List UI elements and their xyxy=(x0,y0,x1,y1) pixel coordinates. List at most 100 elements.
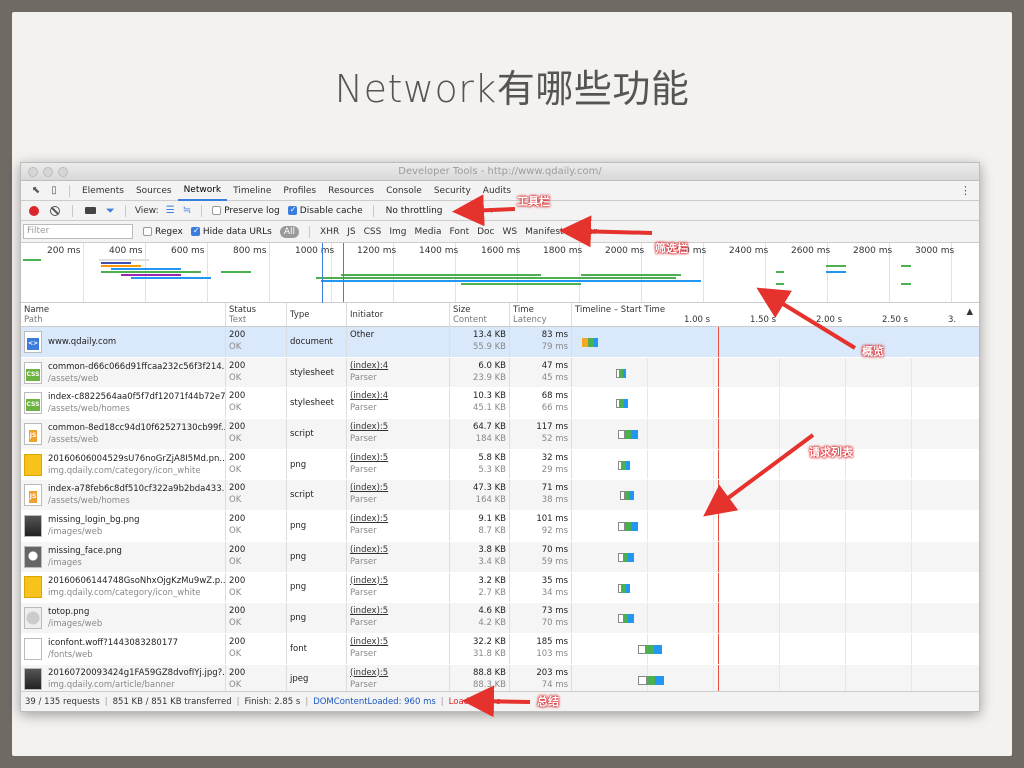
tab-timeline[interactable]: Timeline xyxy=(227,181,277,201)
checkbox-box[interactable] xyxy=(143,227,152,236)
filter-type-doc[interactable]: Doc xyxy=(477,227,494,237)
initiator[interactable]: (index):5 xyxy=(350,575,446,587)
request-row[interactable]: 20160606144748GsoNhxOjgKzMu9wZ.p... img.q… xyxy=(21,572,979,604)
request-row[interactable]: JS index-a78feb6c8df510cf322a9b2bda433...… xyxy=(21,480,979,512)
col-timeline[interactable]: Timeline – Start Time ▲ 1.00 s 1.50 s 2.00 s… xyxy=(572,303,979,326)
request-row[interactable]: missing_login_bg.png/images/web 200 OK png(… xyxy=(21,511,979,542)
disable-cache-checkbox[interactable]: Disable cache xyxy=(287,205,363,216)
request-path: /images/web xyxy=(48,526,103,537)
tab-elements[interactable]: Elements xyxy=(76,181,130,201)
initiator[interactable]: (index):5 xyxy=(350,482,446,494)
request-row[interactable]: totop.png/images/web 200 OK png (index):5 Par… xyxy=(21,603,979,634)
initiator[interactable]: (index):5 xyxy=(350,544,446,556)
initiator[interactable]: (index):5 xyxy=(350,421,446,433)
waterfall-bar xyxy=(618,552,634,562)
tab-audits[interactable]: Audits xyxy=(477,181,517,201)
filter-type-js[interactable]: JS xyxy=(347,227,355,237)
view-label: View: xyxy=(134,205,159,216)
status-text: OK xyxy=(229,679,242,690)
throttling-select[interactable]: No throttling ▾ xyxy=(386,206,494,216)
tab-console[interactable]: Console xyxy=(380,181,428,201)
filter-type-css[interactable]: CSS xyxy=(364,227,382,237)
content-size: 184 KB xyxy=(475,434,506,445)
tab-profiles[interactable]: Profiles xyxy=(277,181,322,201)
initiator-kind: Parser xyxy=(350,648,377,659)
preserve-log-checkbox[interactable]: Preserve log xyxy=(212,206,280,216)
overview-gridline xyxy=(269,243,270,302)
latency: 45 ms xyxy=(541,372,568,383)
minimize-window-button[interactable] xyxy=(43,167,53,177)
hide-data-urls-checkbox[interactable]: Hide data URLs xyxy=(190,226,272,237)
filter-type-manifest[interactable]: Manifest xyxy=(525,227,563,237)
latency: 70 ms xyxy=(541,618,568,629)
status-text: OK xyxy=(229,618,242,629)
tab-network[interactable]: Network xyxy=(177,181,228,201)
close-window-button[interactable] xyxy=(28,167,38,177)
name-stack: www.qdaily.com xyxy=(48,336,116,348)
more-options-icon[interactable]: ⋮ xyxy=(960,184,971,197)
overview-tick: 2600 ms xyxy=(791,246,831,256)
divider xyxy=(69,184,70,197)
filter-type-font[interactable]: Font xyxy=(450,227,470,237)
request-row[interactable]: iconfont.woff?1443083280177/fonts/web 200… xyxy=(21,633,979,665)
initiator[interactable]: (index):4 xyxy=(350,360,446,372)
col-time[interactable]: Time Latency xyxy=(510,303,572,326)
initiator[interactable]: (index):5 xyxy=(350,605,446,617)
timeline-gridline xyxy=(713,419,714,449)
overview-toggle-icon[interactable]: ≒ xyxy=(183,205,191,216)
checkbox-box[interactable] xyxy=(287,205,297,215)
timeline-gridline xyxy=(713,480,714,511)
filter-type-media[interactable]: Media xyxy=(414,227,441,237)
large-rows-icon[interactable]: ☰ xyxy=(166,205,175,216)
maximize-window-button[interactable] xyxy=(58,167,68,177)
tab-security[interactable]: Security xyxy=(428,181,477,201)
device-mode-icon[interactable]: ▯ xyxy=(45,184,63,198)
checkbox-box[interactable] xyxy=(212,206,222,215)
name-stack: totop.png/images/web xyxy=(48,606,102,630)
filter-input[interactable]: Filter xyxy=(23,224,133,239)
col-initiator[interactable]: Initiator xyxy=(347,303,450,326)
img-dark-icon xyxy=(24,668,42,691)
col-type[interactable]: Type xyxy=(287,303,347,326)
col-status[interactable]: Status Text xyxy=(226,303,287,326)
regex-checkbox[interactable]: Regex xyxy=(143,227,183,237)
initiator[interactable]: (index):5 xyxy=(350,667,446,679)
filter-all-button[interactable]: All xyxy=(279,225,300,238)
clear-icon[interactable] xyxy=(50,205,60,216)
filter-type-xhr[interactable]: XHR xyxy=(320,227,339,237)
timeline-overview[interactable]: 200 ms 400 ms 600 ms 800 ms 1000 ms 1200 ms 14… xyxy=(21,243,979,303)
inspect-cursor-icon[interactable]: ⬉ xyxy=(27,184,45,198)
request-time: 70 ms xyxy=(541,544,568,555)
js-icon: JS xyxy=(24,422,42,445)
transfer-size: 6.0 KB xyxy=(478,360,506,371)
col-name[interactable]: Name Path xyxy=(21,303,226,326)
record-button[interactable] xyxy=(29,205,39,216)
request-path: /assets/web xyxy=(48,434,99,445)
checkbox-box[interactable] xyxy=(190,226,200,236)
request-row[interactable]: <> www.qdaily.com 200 OK document Other 13.4 K… xyxy=(21,327,979,358)
initiator[interactable]: (index):5 xyxy=(350,513,446,525)
transfer-size: 3.2 KB xyxy=(478,575,506,586)
request-row[interactable]: missing_face.png/images 200 OK png (index):5… xyxy=(21,541,979,573)
request-row[interactable]: CSS common-d66c066d91ffcaa232c56f3f214...… xyxy=(21,357,979,389)
initiator[interactable]: (index):4 xyxy=(350,390,446,402)
capture-screenshots-icon[interactable] xyxy=(85,207,96,214)
filter-type-other[interactable]: Other xyxy=(572,227,598,237)
filter-type-ws[interactable]: WS xyxy=(503,227,518,237)
cell-request-time: 32 ms 29 ms xyxy=(510,449,572,480)
timeline-tick: 1.50 s xyxy=(750,315,777,325)
overview-request-bar xyxy=(101,262,131,264)
toolbar-annotation: 工具栏 xyxy=(517,195,550,208)
cell-timeline xyxy=(572,633,979,664)
latency: 34 ms xyxy=(541,587,568,598)
filter-type-img[interactable]: Img xyxy=(389,227,406,237)
initiator-kind: Parser xyxy=(350,556,377,567)
col-size[interactable]: Size Content xyxy=(450,303,510,326)
overview-request-bar xyxy=(776,271,784,273)
request-row[interactable]: CSS index-c8822564aa0f5f7df12071f44b72e7.… xyxy=(21,388,979,420)
tab-resources[interactable]: Resources xyxy=(322,181,380,201)
tab-sources[interactable]: Sources xyxy=(130,181,178,201)
filter-icon[interactable]: ⏷ xyxy=(106,204,115,218)
initiator[interactable]: (index):5 xyxy=(350,636,446,648)
initiator[interactable]: (index):5 xyxy=(350,452,446,464)
